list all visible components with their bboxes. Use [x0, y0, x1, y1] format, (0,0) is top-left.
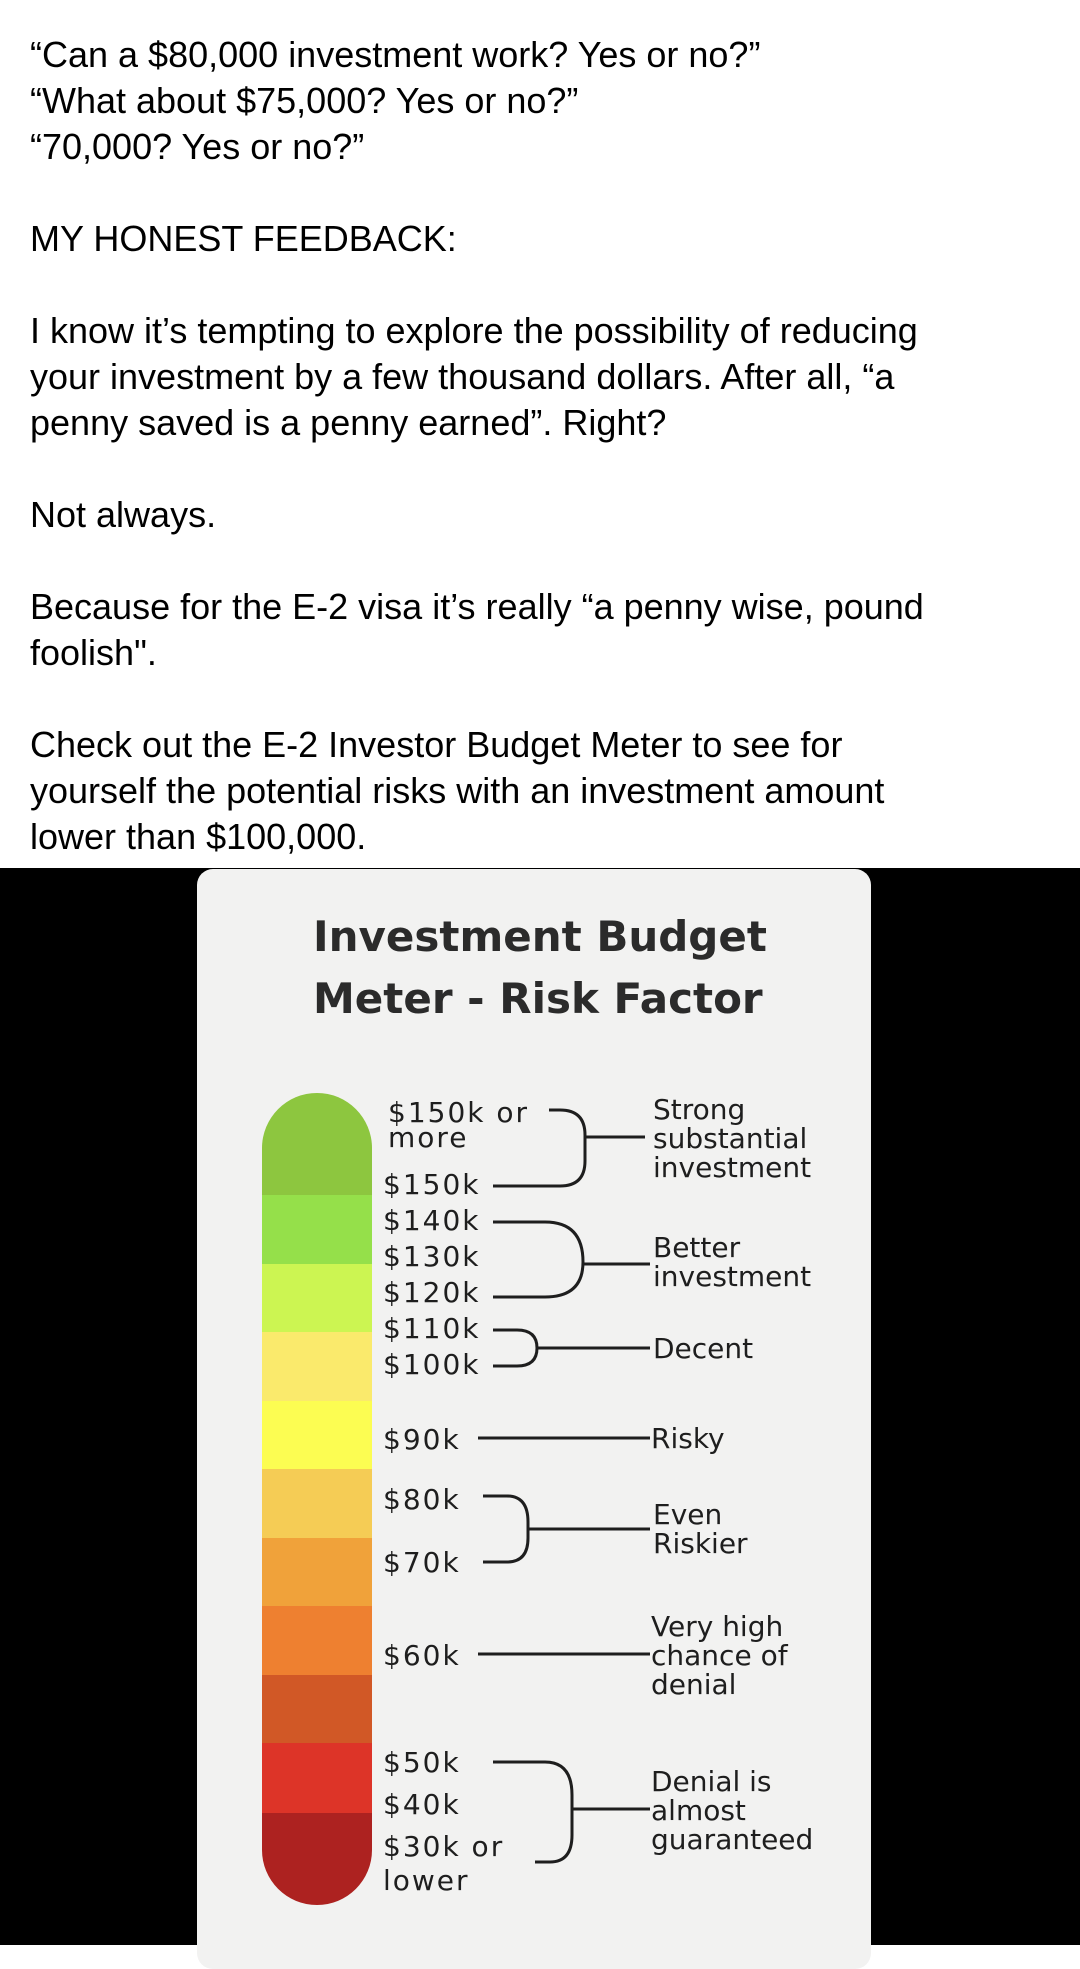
amount-120k: $120k — [383, 1276, 480, 1309]
bracket-denial — [493, 1760, 574, 1864]
amount-110k: $110k — [383, 1312, 480, 1345]
meter-segment — [262, 1332, 372, 1401]
meter-segment — [262, 1675, 372, 1743]
meter-segment — [262, 1401, 372, 1469]
amount-30k-or-lower: $30k or — [383, 1830, 504, 1863]
bracket-decent — [493, 1328, 539, 1368]
amount-100k: $100k — [383, 1348, 480, 1381]
risk-risky: Risky — [651, 1422, 725, 1455]
amount-60k: $60k — [383, 1639, 461, 1672]
meter-segment — [262, 1606, 372, 1675]
amount-70k: $70k — [383, 1546, 461, 1579]
amount-80k: $80k — [383, 1483, 461, 1516]
meter-segment — [262, 1195, 372, 1264]
risk-strong-line3: investment — [653, 1151, 811, 1184]
bracket-better — [493, 1220, 585, 1299]
bracket-riskier — [483, 1494, 530, 1564]
amount-130k: $130k — [383, 1240, 480, 1273]
meter-segment — [262, 1093, 372, 1195]
amount-90k: $90k — [383, 1423, 461, 1456]
amount-150k-or-more-cont: more — [388, 1121, 469, 1154]
amount-40k: $40k — [383, 1788, 461, 1821]
amount-30k-or-lower-cont: lower — [383, 1864, 470, 1897]
meter-segment — [262, 1813, 372, 1905]
risk-very-high-line3: denial — [651, 1668, 736, 1701]
meter-segment — [262, 1538, 372, 1606]
amount-50k: $50k — [383, 1746, 461, 1779]
meter-segment — [262, 1743, 372, 1813]
meter-segment — [262, 1469, 372, 1538]
meter-bar — [262, 1093, 372, 1905]
risk-denial-line3: guaranteed — [651, 1823, 813, 1856]
meter-segment — [262, 1264, 372, 1332]
connector-lines — [478, 1108, 650, 1864]
amount-140k: $140k — [383, 1204, 480, 1237]
risk-decent: Decent — [653, 1332, 753, 1365]
amount-150k: $150k — [383, 1168, 480, 1201]
risk-even-riskier-line2: Riskier — [653, 1527, 748, 1560]
budget-meter: $150k or more $150k $140k $130k $120k $1… — [262, 1093, 813, 1905]
risk-better-line2: investment — [653, 1260, 811, 1293]
